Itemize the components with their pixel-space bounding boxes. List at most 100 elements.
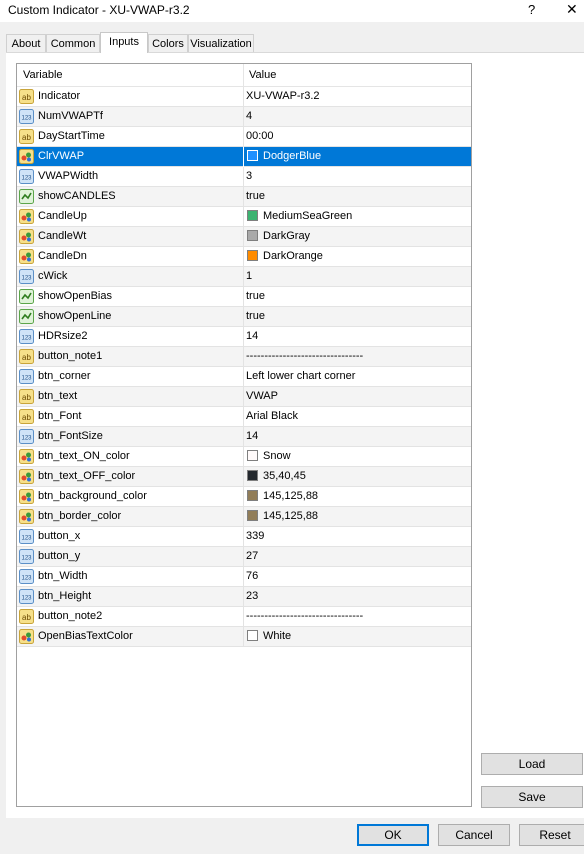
tab-colors[interactable]: Colors bbox=[148, 34, 188, 52]
color-swatch bbox=[247, 510, 258, 521]
parameter-row[interactable]: btn_text_OFF_color 35,40,45 bbox=[17, 467, 471, 487]
variable-column-header[interactable]: Variable bbox=[23, 69, 63, 81]
parameter-value[interactable]: 3 bbox=[246, 170, 252, 182]
parameter-row[interactable]: 123 HDRsize2 14 bbox=[17, 327, 471, 347]
value-column-header[interactable]: Value bbox=[249, 69, 276, 81]
parameter-value[interactable]: 145,125,88 bbox=[263, 510, 318, 522]
column-divider bbox=[243, 507, 244, 527]
parameter-row[interactable]: showOpenLine true bbox=[17, 307, 471, 327]
parameter-row[interactable]: btn_border_color 145,125,88 bbox=[17, 507, 471, 527]
parameter-name: btn_corner bbox=[38, 370, 91, 382]
parameter-value[interactable]: Arial Black bbox=[246, 410, 298, 422]
parameter-row[interactable]: 123 btn_Width 76 bbox=[17, 567, 471, 587]
parameter-row[interactable]: ab btn_Font Arial Black bbox=[17, 407, 471, 427]
column-divider bbox=[243, 327, 244, 347]
parameter-value[interactable]: DarkOrange bbox=[263, 250, 323, 262]
parameter-value[interactable]: 4 bbox=[246, 110, 252, 122]
column-divider bbox=[243, 367, 244, 387]
color-swatch bbox=[247, 470, 258, 481]
parameter-value[interactable]: 76 bbox=[246, 570, 258, 582]
svg-text:123: 123 bbox=[21, 336, 32, 342]
parameter-row[interactable]: showCANDLES true bbox=[17, 187, 471, 207]
text-type-icon: ab bbox=[19, 89, 34, 104]
parameter-value[interactable]: 1 bbox=[246, 270, 252, 282]
parameter-name: btn_text_ON_color bbox=[38, 450, 130, 462]
parameter-value[interactable]: VWAP bbox=[246, 390, 278, 402]
parameter-value[interactable]: White bbox=[263, 630, 291, 642]
parameter-value[interactable]: 23 bbox=[246, 590, 258, 602]
parameter-value[interactable]: -------------------------------- bbox=[246, 610, 363, 622]
parameter-row[interactable]: showOpenBias true bbox=[17, 287, 471, 307]
parameter-row[interactable]: ab button_note1 --------------------------… bbox=[17, 347, 471, 367]
parameter-value[interactable]: DodgerBlue bbox=[263, 150, 321, 162]
parameter-row[interactable]: 123 btn_FontSize 14 bbox=[17, 427, 471, 447]
parameter-value[interactable]: MediumSeaGreen bbox=[263, 210, 352, 222]
parameter-value[interactable]: true bbox=[246, 310, 265, 322]
parameter-row[interactable]: CandleUp MediumSeaGreen bbox=[17, 207, 471, 227]
parameter-name: DayStartTime bbox=[38, 130, 105, 142]
parameter-row[interactable]: ClrVWAP DodgerBlue bbox=[17, 147, 471, 167]
parameter-name: CandleUp bbox=[38, 210, 87, 222]
text-type-icon: ab bbox=[19, 389, 34, 404]
parameter-value[interactable]: 14 bbox=[246, 330, 258, 342]
parameter-value[interactable]: 14 bbox=[246, 430, 258, 442]
parameter-value[interactable]: 27 bbox=[246, 550, 258, 562]
column-divider bbox=[243, 547, 244, 567]
parameter-row[interactable]: OpenBiasTextColor White bbox=[17, 627, 471, 647]
parameter-value[interactable]: 35,40,45 bbox=[263, 470, 306, 482]
window-title: Custom Indicator - XU-VWAP-r3.2 bbox=[8, 3, 190, 17]
tab-visualization[interactable]: Visualization bbox=[188, 34, 254, 52]
svg-text:123: 123 bbox=[21, 576, 32, 582]
parameter-row[interactable]: 123 button_y 27 bbox=[17, 547, 471, 567]
tab-common[interactable]: Common bbox=[46, 34, 100, 52]
parameter-value[interactable]: DarkGray bbox=[263, 230, 310, 242]
svg-text:123: 123 bbox=[21, 376, 32, 382]
parameter-name: showCANDLES bbox=[38, 190, 116, 202]
parameter-value[interactable]: 00:00 bbox=[246, 130, 274, 142]
reset-button[interactable]: Reset bbox=[519, 824, 584, 846]
parameter-value[interactable]: 339 bbox=[246, 530, 264, 542]
parameter-value[interactable]: true bbox=[246, 190, 265, 202]
column-divider bbox=[243, 187, 244, 207]
parameter-row[interactable]: btn_text_ON_color Snow bbox=[17, 447, 471, 467]
tab-about[interactable]: About bbox=[6, 34, 46, 52]
help-icon[interactable]: ? bbox=[528, 2, 535, 17]
parameter-row[interactable]: 123 cWick 1 bbox=[17, 267, 471, 287]
save-button[interactable]: Save bbox=[481, 786, 583, 808]
color-swatch bbox=[247, 450, 258, 461]
number-type-icon: 123 bbox=[19, 549, 34, 564]
parameter-row[interactable]: CandleWt DarkGray bbox=[17, 227, 471, 247]
parameter-name: button_y bbox=[38, 550, 81, 562]
parameter-row[interactable]: 123 NumVWAPTf 4 bbox=[17, 107, 471, 127]
parameter-row[interactable]: 123 btn_Height 23 bbox=[17, 587, 471, 607]
parameter-row[interactable]: ab btn_text VWAP bbox=[17, 387, 471, 407]
parameter-value[interactable]: XU-VWAP-r3.2 bbox=[246, 90, 320, 102]
parameter-name: button_note2 bbox=[38, 610, 103, 622]
cancel-button[interactable]: Cancel bbox=[438, 824, 510, 846]
bool-type-icon bbox=[19, 309, 34, 324]
parameter-row[interactable]: CandleDn DarkOrange bbox=[17, 247, 471, 267]
parameter-value[interactable]: Left lower chart corner bbox=[246, 370, 355, 382]
column-divider bbox=[243, 627, 244, 647]
number-type-icon: 123 bbox=[19, 429, 34, 444]
svg-text:ab: ab bbox=[22, 613, 31, 622]
parameter-row[interactable]: 123 btn_corner Left lower chart corner bbox=[17, 367, 471, 387]
parameter-value[interactable]: 145,125,88 bbox=[263, 490, 318, 502]
parameter-value[interactable]: true bbox=[246, 290, 265, 302]
parameter-row[interactable]: btn_background_color 145,125,88 bbox=[17, 487, 471, 507]
parameter-value[interactable]: Snow bbox=[263, 450, 291, 462]
tab-inputs[interactable]: Inputs bbox=[100, 32, 148, 53]
close-icon[interactable]: ✕ bbox=[566, 1, 578, 18]
parameter-row[interactable]: ab DayStartTime 00:00 bbox=[17, 127, 471, 147]
parameter-row[interactable]: 123 button_x 339 bbox=[17, 527, 471, 547]
parameter-value[interactable]: -------------------------------- bbox=[246, 350, 363, 362]
ok-button[interactable]: OK bbox=[357, 824, 429, 846]
parameter-row[interactable]: 123 VWAPWidth 3 bbox=[17, 167, 471, 187]
color-swatch bbox=[247, 210, 258, 221]
column-divider bbox=[243, 467, 244, 487]
parameter-row[interactable]: ab button_note2 --------------------------… bbox=[17, 607, 471, 627]
color-type-icon bbox=[19, 229, 34, 244]
parameter-row[interactable]: ab Indicator XU-VWAP-r3.2 bbox=[17, 87, 471, 107]
parameter-name: btn_text bbox=[38, 390, 78, 402]
load-button[interactable]: Load bbox=[481, 753, 583, 775]
